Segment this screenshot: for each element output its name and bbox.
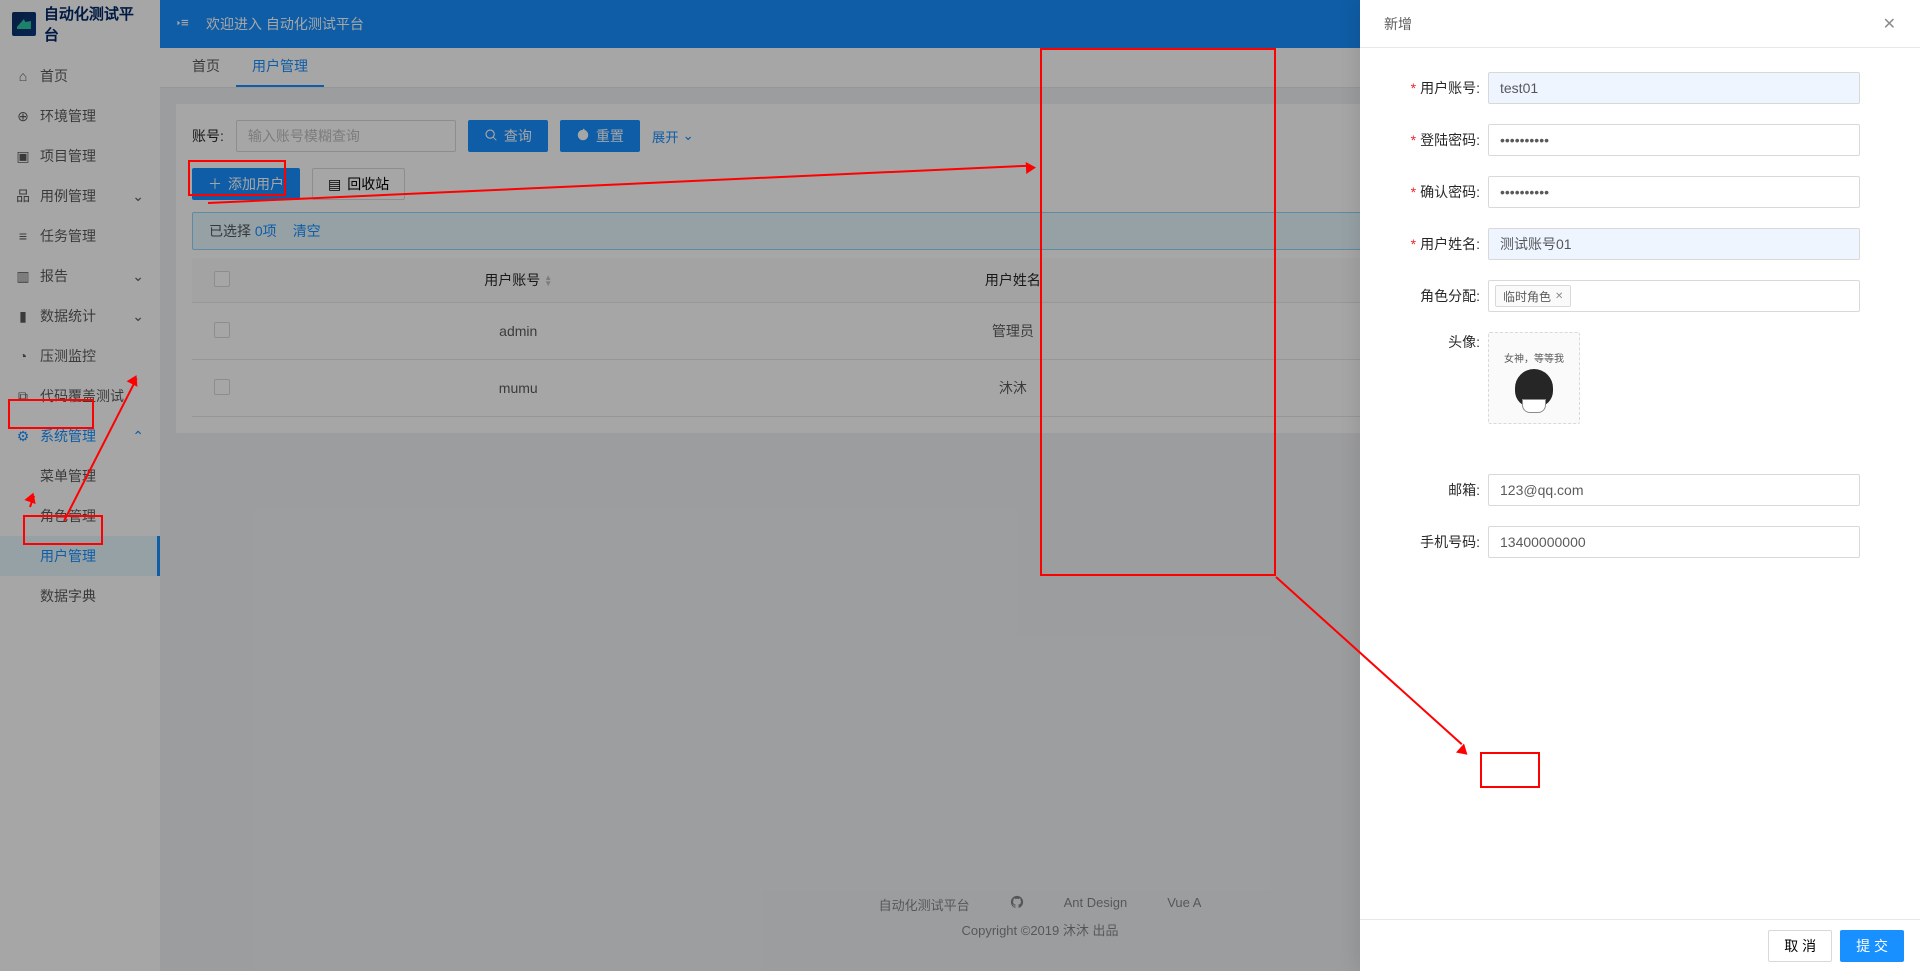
input-password[interactable]: [1488, 124, 1860, 156]
label-avatar: 头像:: [1448, 334, 1480, 350]
submit-button[interactable]: 提 交: [1840, 930, 1904, 962]
input-confirm[interactable]: [1488, 176, 1860, 208]
role-select[interactable]: 临时角色✕: [1488, 280, 1860, 312]
input-email[interactable]: [1488, 474, 1860, 506]
avatar-image: [1515, 369, 1553, 407]
drawer-title: 新增: [1384, 14, 1412, 34]
input-name[interactable]: [1488, 228, 1860, 260]
label-account: 用户账号:: [1420, 80, 1480, 96]
avatar-caption: 女神，等等我: [1504, 350, 1564, 365]
drawer: 新增 ✕ *用户账号: *登陆密码: *确认密码: *用户姓名: 角色分配:: [1360, 0, 1920, 971]
label-role: 角色分配:: [1420, 288, 1480, 304]
close-icon[interactable]: ✕: [1883, 14, 1896, 34]
label-phone: 手机号码:: [1420, 534, 1480, 550]
cancel-button[interactable]: 取 消: [1768, 930, 1832, 962]
tag-remove-icon[interactable]: ✕: [1555, 291, 1563, 302]
label-name: 用户姓名:: [1420, 236, 1480, 252]
label-confirm: 确认密码:: [1420, 184, 1480, 200]
label-password: 登陆密码:: [1420, 132, 1480, 148]
role-tag: 临时角色✕: [1495, 285, 1571, 307]
input-phone[interactable]: [1488, 526, 1860, 558]
avatar-upload[interactable]: 女神，等等我: [1488, 332, 1580, 424]
drawer-header: 新增 ✕: [1360, 0, 1920, 48]
drawer-body: *用户账号: *登陆密码: *确认密码: *用户姓名: 角色分配: 临时角色✕: [1360, 48, 1920, 919]
drawer-footer: 取 消 提 交: [1360, 919, 1920, 971]
input-account[interactable]: [1488, 72, 1860, 104]
label-email: 邮箱:: [1448, 482, 1480, 498]
